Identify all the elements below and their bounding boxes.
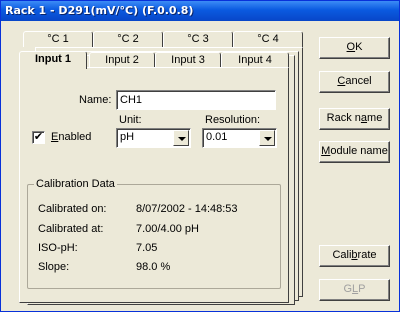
cancel-button[interactable]: Cancel: [319, 71, 390, 93]
tab-input-2[interactable]: Input 2: [89, 52, 155, 68]
tab-celsius-1[interactable]: °C 1: [23, 31, 93, 47]
chevron-down-icon[interactable]: [259, 130, 275, 146]
iso-ph-value: 7.05: [136, 242, 158, 254]
chevron-down-icon[interactable]: [173, 130, 189, 146]
enabled-checkbox[interactable]: ✔: [32, 131, 45, 144]
calibrated-at-value: 7.00/4.00 pH: [136, 223, 199, 235]
tab-input-1[interactable]: Input 1: [19, 51, 87, 69]
unit-label: Unit:: [119, 114, 142, 126]
title-bar[interactable]: Rack 1 - D291(mV/°C) (F.0.0.8): [1, 1, 399, 21]
glp-button[interactable]: GLP: [319, 279, 390, 301]
resolution-label: Resolution:: [205, 114, 261, 126]
dialog-window: Rack 1 - D291(mV/°C) (F.0.0.8) °C 1 °C 2…: [0, 0, 400, 312]
tab-celsius-2[interactable]: °C 2: [93, 31, 163, 47]
unit-select[interactable]: pH: [116, 128, 191, 148]
resolution-select[interactable]: 0.01: [202, 128, 277, 148]
rack-name-button[interactable]: Rack name: [319, 108, 390, 130]
tab-celsius-3[interactable]: °C 3: [163, 31, 233, 47]
calibrated-on-label: Calibrated on:: [38, 203, 107, 215]
name-input[interactable]: CH1: [116, 90, 276, 110]
calibrate-button[interactable]: Calibrate: [319, 245, 390, 267]
module-name-button[interactable]: Module name: [319, 141, 390, 163]
calibrated-on-value: 8/07/2002 - 14:48:53: [136, 203, 238, 215]
resolution-value: 0.01: [206, 131, 228, 143]
tab-celsius-4[interactable]: °C 4: [233, 31, 303, 47]
tab-input-3[interactable]: Input 3: [155, 52, 221, 68]
unit-value: pH: [120, 131, 135, 143]
ok-button[interactable]: OK: [319, 37, 390, 59]
calibrated-at-label: Calibrated at:: [38, 223, 104, 235]
enabled-label[interactable]: Enabled: [51, 131, 91, 143]
slope-value: 98.0 %: [136, 261, 171, 273]
calibration-legend: Calibration Data: [34, 178, 117, 190]
checkmark-icon: ✔: [33, 131, 44, 143]
tab-input-4[interactable]: Input 4: [221, 52, 289, 68]
calibration-groupbox: Calibration Data: [27, 178, 281, 289]
slope-label: Slope:: [38, 261, 70, 273]
name-label: Name:: [79, 94, 112, 106]
iso-ph-label: ISO-pH:: [38, 242, 78, 254]
window-title: Rack 1 - D291(mV/°C) (F.0.0.8): [5, 4, 194, 17]
